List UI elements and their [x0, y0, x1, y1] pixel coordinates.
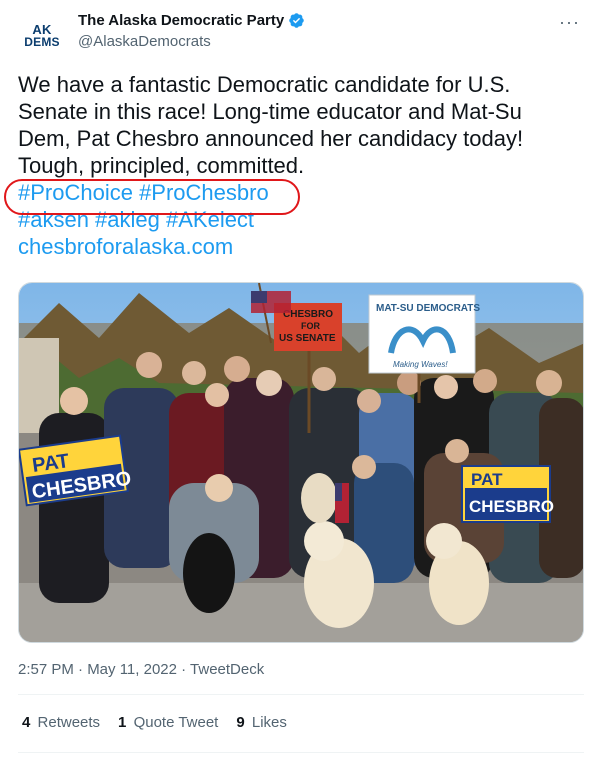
- quotes-count: 1: [118, 714, 127, 731]
- tweet-text-line: Dem, Pat Chesbro announced her candidacy…: [18, 126, 524, 151]
- tweet-header: AK DEMS The Alaska Democratic Party @Ala…: [18, 10, 584, 60]
- quotes-label: Quote Tweet: [133, 714, 219, 731]
- avatar[interactable]: AK DEMS: [18, 12, 66, 60]
- tweet-timestamp[interactable]: 2:57 PM · May 11, 2022 · TweetDeck: [18, 661, 264, 678]
- likes-stat[interactable]: 9 Likes: [236, 714, 287, 731]
- tweet-photo[interactable]: PAT CHESBRO PAT CHESBRO CHESBRO FOR US S…: [18, 282, 584, 643]
- retweets-stat[interactable]: 4 Retweets: [22, 714, 100, 731]
- sign-matsu-title: MAT-SU DEMOCRATS: [376, 303, 480, 314]
- tweet-text: We have a fantastic Democratic candidate…: [18, 71, 578, 260]
- sign-red-text-line2: FOR: [301, 321, 320, 331]
- tweet-text-line: We have a fantastic Democratic candidate…: [18, 72, 511, 97]
- sign-right-text-line1: PAT: [471, 470, 503, 489]
- divider: [18, 694, 584, 695]
- name-row: The Alaska Democratic Party: [78, 12, 305, 29]
- tweet-text-line: Tough, principled, committed.: [18, 153, 305, 178]
- handle[interactable]: @AlaskaDemocrats: [78, 33, 211, 50]
- display-name[interactable]: The Alaska Democratic Party: [78, 12, 284, 29]
- divider: [18, 752, 584, 753]
- sign-matsu-tagline: Making Waves!: [393, 360, 448, 369]
- tweet-text-line: Senate in this race! Long-time educator …: [18, 99, 522, 124]
- retweets-label: Retweets: [37, 714, 101, 731]
- retweets-count: 4: [22, 714, 31, 731]
- photo-illustration: PAT CHESBRO PAT CHESBRO CHESBRO FOR US S…: [19, 283, 583, 642]
- tweet-stats: 4 Retweets 1 Quote Tweet 9 Likes: [22, 714, 287, 731]
- more-options-icon[interactable]: ···: [559, 12, 580, 33]
- verified-badge-icon: [289, 13, 304, 28]
- sign-right-text-line2: CHESBRO: [469, 497, 554, 516]
- highlight-circle: [4, 179, 300, 215]
- sign-red-text-line3: US SENATE: [279, 333, 336, 344]
- avatar-text-dems: DEMS: [24, 35, 60, 49]
- likes-count: 9: [236, 714, 245, 731]
- quotes-stat[interactable]: 1 Quote Tweet: [118, 714, 218, 731]
- likes-label: Likes: [251, 714, 287, 731]
- campaign-link[interactable]: chesbroforalaska.com: [18, 233, 578, 260]
